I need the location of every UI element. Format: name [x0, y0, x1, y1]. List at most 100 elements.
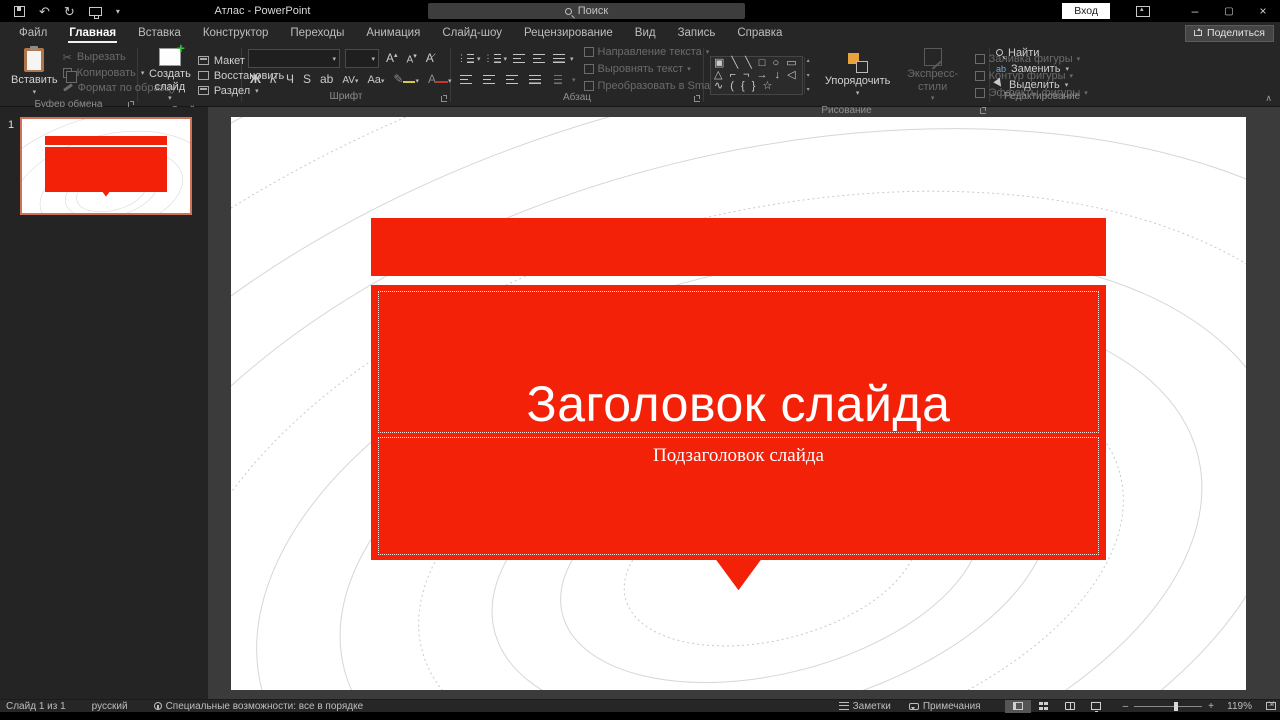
- slide-number: 1: [8, 119, 14, 131]
- dialog-launcher-icon[interactable]: [441, 96, 447, 102]
- tab-design[interactable]: Конструктор: [192, 24, 280, 44]
- text-shadow-button[interactable]: S: [301, 72, 313, 88]
- slide-red-bar[interactable]: [371, 218, 1106, 276]
- zoom-slider-thumb[interactable]: [1174, 702, 1178, 711]
- text-direction-icon: [584, 47, 594, 57]
- font-color-button[interactable]: А▾: [426, 72, 454, 88]
- paste-button[interactable]: Вставить ▾: [6, 46, 63, 99]
- group-slides: Создать слайд ▾ Макет▾ Восстановить Разд…: [138, 44, 241, 106]
- ribbon-display-options-icon[interactable]: [1136, 6, 1150, 17]
- tab-help[interactable]: Справка: [726, 24, 793, 44]
- highlight-color-button[interactable]: ✎▾: [391, 72, 421, 88]
- align-text-icon: [584, 64, 594, 74]
- dialog-launcher-icon[interactable]: [694, 96, 700, 102]
- language-indicator[interactable]: русский: [92, 701, 128, 712]
- numbering-button[interactable]: [484, 51, 501, 66]
- font-name-select[interactable]: ▾: [248, 49, 340, 68]
- increase-indent-button[interactable]: [530, 51, 547, 66]
- workspace: 1: [0, 107, 1280, 699]
- copy-icon: [63, 68, 72, 78]
- reset-icon: [198, 71, 209, 80]
- tab-home[interactable]: Главная: [58, 24, 127, 44]
- section-icon: [198, 86, 209, 95]
- group-paragraph: ▾ ▾ ▾ ▾ Направление текста▾: [451, 44, 703, 106]
- align-left-button[interactable]: [457, 72, 474, 87]
- columns-button[interactable]: [549, 72, 566, 87]
- decrease-font-size-button[interactable]: А▾: [405, 52, 419, 66]
- shape-effects-icon: [975, 88, 985, 98]
- comments-button[interactable]: Примечания: [909, 701, 981, 712]
- share-button[interactable]: Поделиться: [1185, 25, 1274, 42]
- layout-icon: [198, 56, 209, 65]
- strikethrough-button[interactable]: ab: [318, 72, 335, 88]
- maximize-button[interactable]: ▢: [1212, 0, 1246, 22]
- subtitle-placeholder[interactable]: Подзаголовок слайда: [378, 437, 1099, 555]
- start-slideshow-icon[interactable]: [89, 7, 102, 16]
- arrange-button[interactable]: Упорядочить▾: [825, 51, 891, 100]
- increase-font-size-button[interactable]: А▴: [384, 51, 400, 67]
- find-icon: [996, 49, 1003, 56]
- tab-transitions[interactable]: Переходы: [279, 24, 355, 44]
- slide[interactable]: Заголовок слайда Подзаголовок слайда: [231, 117, 1246, 690]
- paste-icon: [24, 48, 44, 72]
- minimize-button[interactable]: –: [1178, 0, 1212, 22]
- group-drawing: ▣ ╲ ╲ □ ○ ▭ △ ⌐ ¬ → ↓ ◁ ∿ ( { } ☆ ▴▾▾ Уп…: [704, 44, 989, 106]
- customize-qat-icon[interactable]: ▾: [116, 7, 120, 16]
- group-label-editing: Редактирование: [990, 91, 1086, 106]
- tab-review[interactable]: Рецензирование: [513, 24, 624, 44]
- italic-button[interactable]: К: [268, 72, 279, 88]
- select-button[interactable]: Выделить▾: [996, 79, 1069, 91]
- replace-button[interactable]: ab Заменить▾: [996, 63, 1069, 75]
- character-spacing-button[interactable]: AV▾: [340, 74, 360, 87]
- tab-slideshow[interactable]: Слайд-шоу: [431, 24, 513, 44]
- close-button[interactable]: ×: [1246, 0, 1280, 22]
- zoom-slider[interactable]: [1134, 706, 1202, 707]
- normal-view-icon: [1013, 702, 1023, 710]
- shapes-gallery-scroll[interactable]: ▴▾▾: [804, 57, 814, 94]
- zoom-out-button[interactable]: –: [1123, 701, 1129, 712]
- thumbnail-red-block: [45, 147, 167, 192]
- font-size-select[interactable]: ▾: [345, 49, 379, 68]
- align-center-button[interactable]: [480, 72, 497, 87]
- accessibility-status[interactable]: Специальные возможности: все в порядке: [154, 701, 364, 712]
- slide-sorter-view-button[interactable]: [1031, 700, 1057, 713]
- line-spacing-button[interactable]: [550, 51, 567, 66]
- decrease-indent-button[interactable]: [510, 51, 527, 66]
- slide-indicator: Слайд 1 из 1: [6, 701, 66, 712]
- slide-thumbnail[interactable]: [20, 117, 192, 215]
- undo-icon[interactable]: ↶: [39, 5, 50, 18]
- collapse-ribbon-icon[interactable]: ∧: [1265, 93, 1272, 104]
- save-icon[interactable]: [14, 6, 25, 17]
- change-case-button[interactable]: Aa▾: [365, 73, 386, 87]
- slideshow-icon: [1091, 702, 1101, 710]
- justify-button[interactable]: [526, 72, 543, 87]
- new-slide-button[interactable]: Создать слайд ▾: [144, 46, 196, 105]
- align-right-button[interactable]: [503, 72, 520, 87]
- comments-icon: [909, 703, 919, 710]
- shapes-gallery[interactable]: ▣ ╲ ╲ □ ○ ▭ △ ⌐ ¬ → ↓ ◁ ∿ ( { } ☆ ▴▾▾: [710, 56, 803, 95]
- tab-record[interactable]: Запись: [667, 24, 727, 44]
- bold-button[interactable]: Ж: [248, 72, 263, 88]
- underline-button[interactable]: Ч: [284, 72, 296, 88]
- fit-slide-to-window-icon[interactable]: [1266, 702, 1276, 710]
- tab-file[interactable]: Файл: [8, 24, 58, 44]
- clear-formatting-button[interactable]: А̷: [424, 51, 436, 67]
- zoom-level[interactable]: 119%: [1220, 701, 1252, 712]
- tab-animations[interactable]: Анимация: [355, 24, 431, 44]
- redo-icon[interactable]: ↻: [64, 5, 75, 18]
- bullets-button[interactable]: [457, 51, 474, 66]
- zoom-in-button[interactable]: +: [1208, 701, 1214, 712]
- normal-view-button[interactable]: [1005, 700, 1031, 713]
- search-input[interactable]: Поиск: [428, 3, 745, 19]
- title-placeholder[interactable]: Заголовок слайда: [378, 291, 1099, 433]
- find-button[interactable]: Найти: [996, 47, 1069, 59]
- notes-button[interactable]: Заметки: [839, 701, 891, 712]
- slide-subtitle-text: Подзаголовок слайда: [379, 438, 1098, 467]
- slideshow-view-button[interactable]: [1083, 700, 1109, 713]
- signin-button[interactable]: Вход: [1062, 3, 1110, 19]
- status-bar: Слайд 1 из 1 русский Специальные возможн…: [0, 699, 1280, 712]
- reading-view-button[interactable]: [1057, 700, 1083, 713]
- tab-view[interactable]: Вид: [624, 24, 667, 44]
- bottom-strip: [0, 712, 1280, 720]
- quick-styles-button[interactable]: Экспресс-стили▾: [905, 46, 961, 105]
